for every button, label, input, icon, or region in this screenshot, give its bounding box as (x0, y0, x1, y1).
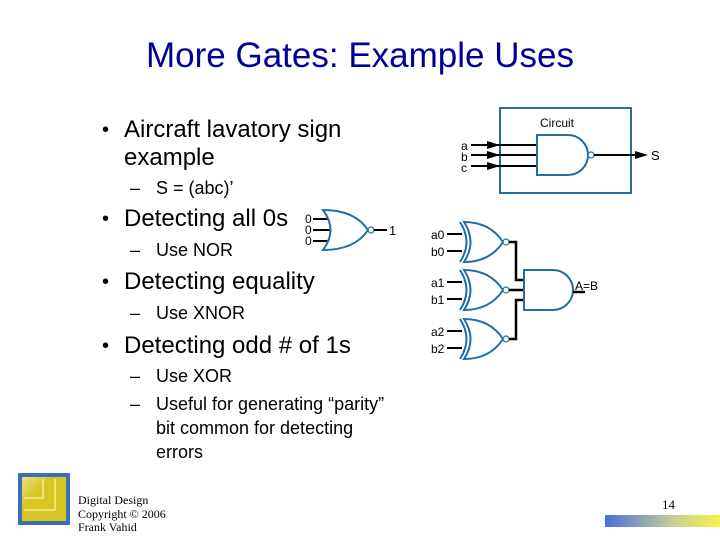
nor-gate-icon (321, 208, 370, 252)
input-a1: a1 (431, 276, 445, 290)
xnor-extra-arc-icon (459, 318, 468, 360)
logo-inner (22, 477, 66, 521)
nand-gate-icon (536, 134, 589, 176)
arrow-s-icon (635, 151, 648, 159)
xnor-gate-0-icon (462, 220, 505, 264)
footer-line-1: Digital Design (78, 493, 149, 507)
circuit-label: Circuit (540, 116, 575, 130)
xnor-bubble-2-icon (502, 335, 510, 343)
xnor-bubble-0-icon (502, 238, 510, 246)
xnor-extra-arc-icon (459, 269, 468, 311)
logo (18, 473, 70, 525)
xnor-gate-1-icon (462, 268, 505, 312)
wire-xnor0-to-and (509, 240, 525, 282)
circuit-nand-diagram: Circuit a b c S (461, 107, 660, 194)
xnor-extra-arc-icon (459, 221, 468, 263)
nor-bubble-icon (367, 226, 375, 234)
input-a0: a0 (431, 228, 445, 242)
input-b2: b2 (431, 342, 445, 356)
input-label-c: c (461, 161, 467, 175)
arrow-c-icon (487, 162, 500, 170)
decorative-gradient-bar (605, 515, 720, 527)
footer-text: Digital Design Copyright © 2006 Frank Va… (78, 493, 166, 535)
nor-input-2: 0 (305, 234, 312, 248)
equality-diagram: a0 b0 a1 b1 a2 b2 A=B (431, 220, 598, 361)
input-b1: b1 (431, 293, 445, 307)
output-label-s: S (651, 148, 660, 163)
diagrams-canvas: Circuit a b c S 0 0 0 1 a0 b0 a1 b1 a2 b… (305, 107, 660, 361)
page-number: 14 (662, 497, 675, 512)
inversion-bubble-icon (587, 151, 595, 159)
nor-example-diagram: 0 0 0 1 (305, 208, 396, 252)
xnor-gate-2-icon (462, 317, 505, 361)
input-a2: a2 (431, 325, 445, 339)
xnor-bubble-1-icon (502, 286, 510, 294)
footer-line-3: Frank Vahid (78, 520, 137, 534)
wire-xnor2-to-and (509, 298, 525, 341)
input-b0: b0 (431, 245, 445, 259)
arrow-b-icon (487, 151, 500, 159)
equality-output-label: A=B (575, 279, 598, 293)
arrow-a-icon (487, 141, 500, 149)
and-gate-icon (523, 269, 574, 311)
nor-output-label: 1 (389, 223, 396, 238)
footer-line-2: Copyright © 2006 (78, 506, 166, 521)
